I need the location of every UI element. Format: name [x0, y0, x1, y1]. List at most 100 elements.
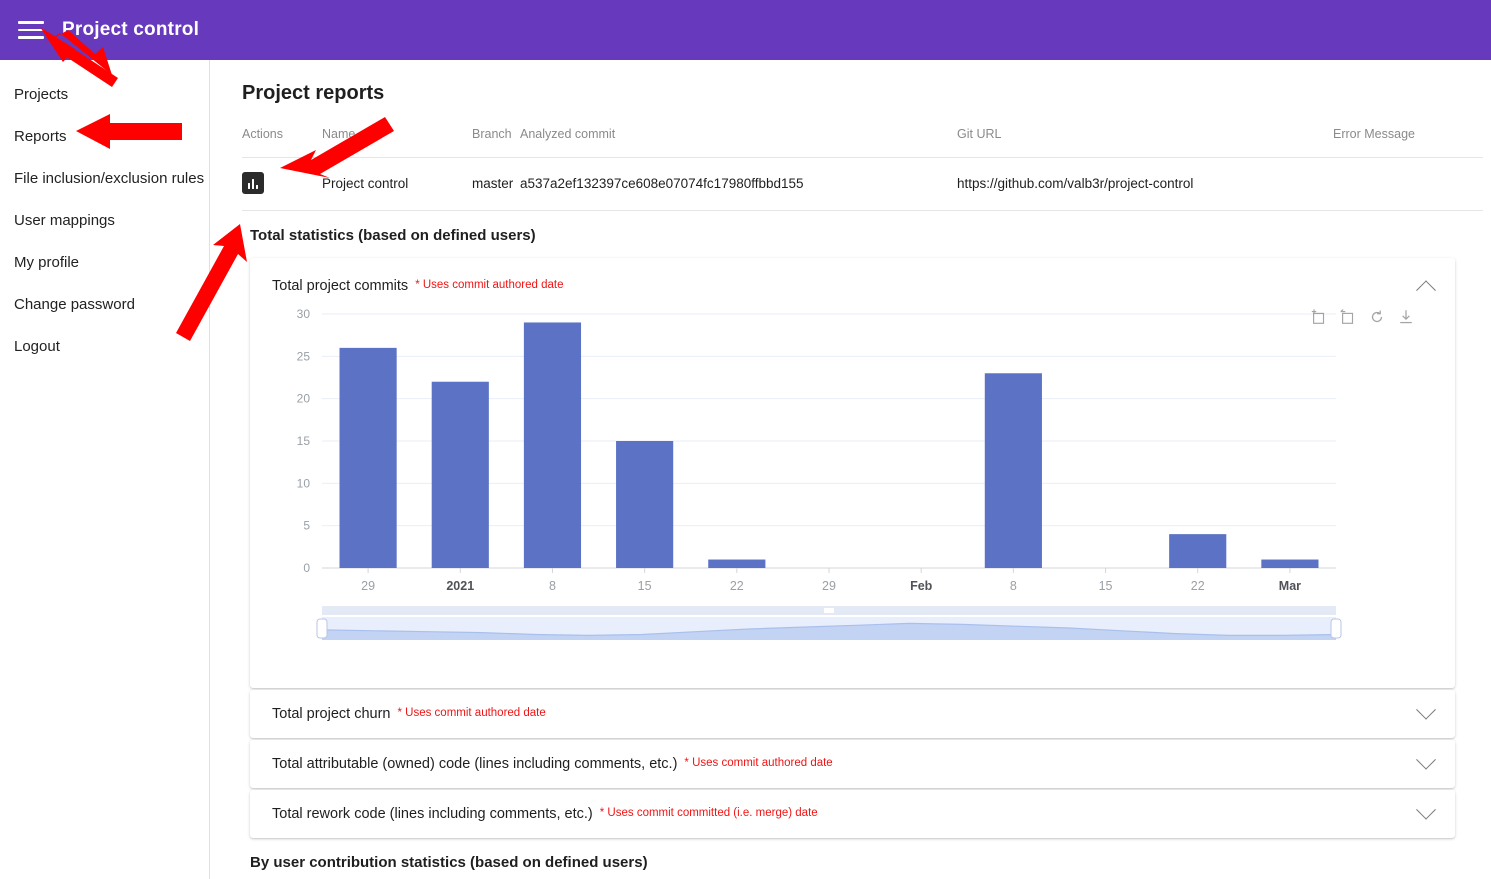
panel-title: Total rework code (lines including comme… [272, 806, 593, 822]
by-user-statistics-heading: By user contribution statistics (based o… [250, 854, 648, 871]
column-header-git-url: Git URL [957, 127, 1333, 158]
total-statistics-heading: Total statistics (based on defined users… [250, 227, 536, 244]
x-axis-tick-label: 15 [1099, 579, 1113, 593]
commits-bar-chart: 0 5 10 15 20 25 30 29 2021 8 15 22 29 Feb 8 15 22 Mar [297, 307, 1336, 593]
sidebar-item-label: File inclusion/exclusion rules [14, 170, 205, 187]
commits-chart: 0 5 10 15 20 25 30 29 2021 8 15 22 29 Feb 8 15 22 Mar [264, 302, 1441, 672]
bar[interactable] [1169, 534, 1227, 568]
panel-title: Total attributable (owned) code (lines i… [272, 756, 678, 772]
x-axis-tick-label: 8 [549, 579, 556, 593]
cell-error-message [1333, 157, 1483, 211]
x-axis-tick-label: 2021 [446, 579, 474, 593]
panel-header-total-project-commits[interactable]: Total project commits * Uses commit auth… [250, 258, 1455, 302]
y-axis-tick-label: 30 [297, 307, 311, 321]
sidebar-item-projects[interactable]: Projects [0, 74, 209, 116]
x-axis-tick-label: 22 [1191, 579, 1205, 593]
panel-total-rework-code: Total rework code (lines including comme… [250, 790, 1455, 838]
y-axis-tick-label: 0 [303, 561, 310, 575]
reports-table-body: Project control master a537a2ef132397ce6… [242, 157, 1483, 211]
x-axis-tick-label: Feb [910, 579, 933, 593]
cell-git-url: https://github.com/valb3r/project-contro… [957, 157, 1333, 211]
sidebar-item-label: Change password [14, 296, 135, 313]
panel-header-total-rework-code[interactable]: Total rework code (lines including comme… [250, 790, 1455, 838]
panel-note: * Uses commit authored date [415, 279, 564, 291]
sidebar-item-logout[interactable]: Logout [0, 326, 209, 368]
bar[interactable] [1261, 559, 1319, 568]
sidebar-item-label: My profile [14, 254, 80, 271]
app-bar: Project control [0, 0, 1491, 60]
cell-analyzed-commit: a537a2ef132397ce608e07074fc17980ffbbd155 [520, 157, 957, 211]
sidebar: Projects Reports File inclusion/exclusio… [0, 60, 210, 879]
menu-bar-3 [18, 36, 44, 39]
sidebar-item-label: Reports [14, 128, 67, 145]
y-axis-tick-label: 5 [303, 519, 310, 533]
chart-range-brush[interactable] [264, 602, 1454, 644]
table-row: Project control master a537a2ef132397ce6… [242, 157, 1483, 211]
column-header-name: Name [322, 127, 472, 158]
y-axis-tick-label: 10 [297, 476, 311, 490]
panel-total-project-churn: Total project churn * Uses commit author… [250, 690, 1455, 738]
panel-note: * Uses commit authored date [684, 757, 833, 769]
y-axis-tick-label: 15 [297, 434, 311, 448]
x-axis-tick-label: 29 [361, 579, 375, 593]
bar[interactable] [708, 559, 766, 568]
y-axis-tick-label: 20 [297, 392, 311, 406]
sidebar-item-label: Projects [14, 86, 69, 103]
main-content: Project reports Actions Name Branch Anal… [210, 60, 1491, 879]
brush-scrollbar-thumb[interactable] [824, 608, 834, 613]
panel-title: Total project commits [272, 278, 409, 294]
reset-zoom-icon[interactable] [1368, 308, 1386, 326]
menu-bar-1 [18, 21, 44, 24]
bar[interactable] [523, 322, 582, 568]
sidebar-item-label: Logout [14, 338, 60, 355]
cell-actions [242, 157, 322, 211]
reports-table-header: Actions Name Branch Analyzed commit Git … [242, 127, 1483, 158]
chevron-down-icon[interactable] [1416, 799, 1436, 820]
x-axis-tick-label: 8 [1010, 579, 1017, 593]
y-axis-tick-label: 25 [297, 349, 311, 363]
chevron-up-icon[interactable] [1416, 280, 1436, 301]
reports-table: Actions Name Branch Analyzed commit Git … [242, 127, 1483, 211]
panel-header-total-project-churn[interactable]: Total project churn * Uses commit author… [250, 690, 1455, 738]
menu-bar-2 [18, 28, 44, 32]
bar-chart-icon[interactable] [242, 172, 264, 194]
column-header-branch: Branch [472, 127, 520, 158]
bar[interactable] [339, 347, 397, 568]
panel-header-total-attributable-code[interactable]: Total attributable (owned) code (lines i… [250, 740, 1455, 788]
sidebar-item-reports[interactable]: Reports [0, 116, 209, 158]
page-title: Project reports [242, 82, 385, 104]
panel-total-attributable-code: Total attributable (owned) code (lines i… [250, 740, 1455, 788]
cell-name: Project control [322, 157, 472, 211]
x-axis-tick-label: 22 [730, 579, 744, 593]
bar[interactable] [431, 381, 489, 568]
hamburger-menu-icon[interactable] [18, 15, 48, 45]
zoom-out-icon[interactable] [1339, 308, 1357, 326]
sidebar-item-change-password[interactable]: Change password [0, 284, 209, 326]
bar[interactable] [984, 373, 1042, 568]
cell-branch: master [472, 157, 520, 211]
sidebar-item-user-mappings[interactable]: User mappings [0, 200, 209, 242]
x-axis-tick-label: 15 [638, 579, 652, 593]
sidebar-item-my-profile[interactable]: My profile [0, 242, 209, 284]
x-axis-tick-label: Mar [1279, 579, 1301, 593]
panel-title: Total project churn [272, 706, 391, 722]
chart-bar-2 [251, 179, 255, 189]
chart-bar-3 [255, 185, 259, 189]
zoom-in-icon[interactable] [1310, 308, 1328, 326]
panel-note: * Uses commit committed (i.e. merge) dat… [599, 807, 818, 819]
column-header-error-message: Error Message [1333, 127, 1483, 158]
bar[interactable] [616, 441, 674, 568]
total-statistics-panels: Total project commits * Uses commit auth… [250, 258, 1455, 838]
x-axis-tick-label: 29 [822, 579, 836, 593]
panel-note: * Uses commit authored date [397, 707, 546, 719]
sidebar-item-file-rules[interactable]: File inclusion/exclusion rules [0, 158, 209, 200]
chevron-down-icon[interactable] [1416, 749, 1436, 770]
panel-body-total-project-commits: 0 5 10 15 20 25 30 29 2021 8 15 22 29 Feb 8 15 22 Mar [250, 302, 1455, 688]
brush-handle-left[interactable] [316, 618, 328, 639]
chevron-down-icon[interactable] [1416, 699, 1436, 720]
app-title: Project control [62, 19, 200, 40]
download-icon[interactable] [1397, 308, 1415, 326]
column-header-analyzed-commit: Analyzed commit [520, 127, 957, 158]
brush-handle-right[interactable] [1330, 618, 1342, 639]
chart-bar-1 [247, 183, 251, 189]
